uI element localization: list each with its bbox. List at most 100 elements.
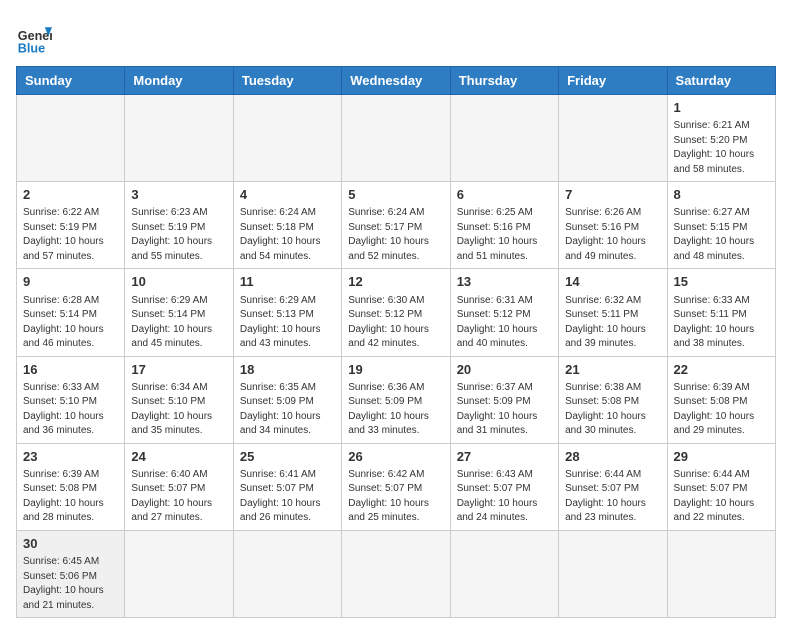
week-row-2: 9 Sunrise: 6:28 AM Sunset: 5:14 PM Daylig… — [17, 269, 776, 356]
day-info: Sunrise: 6:21 AM Sunset: 5:20 PM Dayligh… — [674, 119, 769, 177]
calendar-cell — [450, 95, 558, 182]
day-info: Sunrise: 6:28 AM Sunset: 5:14 PM Dayligh… — [23, 294, 118, 352]
calendar-cell: 10 Sunrise: 6:29 AM Sunset: 5:14 PM Dayli… — [125, 269, 233, 356]
week-row-1: 2 Sunrise: 6:22 AM Sunset: 5:19 PM Daylig… — [17, 182, 776, 269]
calendar-cell: 19 Sunrise: 6:36 AM Sunset: 5:09 PM Dayli… — [342, 356, 450, 443]
day-number: 20 — [457, 361, 552, 379]
calendar-cell: 3 Sunrise: 6:23 AM Sunset: 5:19 PM Daylig… — [125, 182, 233, 269]
day-number: 22 — [674, 361, 769, 379]
day-number: 3 — [131, 186, 226, 204]
day-info: Sunrise: 6:44 AM Sunset: 5:07 PM Dayligh… — [674, 468, 769, 526]
day-info: Sunrise: 6:25 AM Sunset: 5:16 PM Dayligh… — [457, 206, 552, 264]
day-number: 7 — [565, 186, 660, 204]
weekday-header-thursday: Thursday — [450, 67, 558, 95]
calendar-cell — [17, 95, 125, 182]
day-number: 15 — [674, 273, 769, 291]
day-info: Sunrise: 6:24 AM Sunset: 5:17 PM Dayligh… — [348, 206, 443, 264]
calendar-cell: 24 Sunrise: 6:40 AM Sunset: 5:07 PM Dayli… — [125, 443, 233, 530]
calendar-cell: 4 Sunrise: 6:24 AM Sunset: 5:18 PM Daylig… — [233, 182, 341, 269]
day-info: Sunrise: 6:23 AM Sunset: 5:19 PM Dayligh… — [131, 206, 226, 264]
day-number: 23 — [23, 448, 118, 466]
day-number: 12 — [348, 273, 443, 291]
day-info: Sunrise: 6:38 AM Sunset: 5:08 PM Dayligh… — [565, 381, 660, 439]
calendar-cell: 23 Sunrise: 6:39 AM Sunset: 5:08 PM Dayli… — [17, 443, 125, 530]
day-info: Sunrise: 6:42 AM Sunset: 5:07 PM Dayligh… — [348, 468, 443, 526]
calendar-cell: 5 Sunrise: 6:24 AM Sunset: 5:17 PM Daylig… — [342, 182, 450, 269]
weekday-header-sunday: Sunday — [17, 67, 125, 95]
weekday-header-monday: Monday — [125, 67, 233, 95]
calendar-cell: 8Sunrise: 6:27 AM Sunset: 5:15 PM Daylig… — [667, 182, 775, 269]
week-row-3: 16 Sunrise: 6:33 AM Sunset: 5:10 PM Dayli… — [17, 356, 776, 443]
day-number: 1 — [674, 99, 769, 117]
day-number: 6 — [457, 186, 552, 204]
day-info: Sunrise: 6:34 AM Sunset: 5:10 PM Dayligh… — [131, 381, 226, 439]
day-info: Sunrise: 6:36 AM Sunset: 5:09 PM Dayligh… — [348, 381, 443, 439]
calendar-cell: 28 Sunrise: 6:44 AM Sunset: 5:07 PM Dayli… — [559, 443, 667, 530]
day-number: 11 — [240, 273, 335, 291]
calendar-cell: 15Sunrise: 6:33 AM Sunset: 5:11 PM Dayli… — [667, 269, 775, 356]
day-number: 24 — [131, 448, 226, 466]
calendar-cell: 21 Sunrise: 6:38 AM Sunset: 5:08 PM Dayli… — [559, 356, 667, 443]
day-number: 2 — [23, 186, 118, 204]
day-number: 4 — [240, 186, 335, 204]
day-number: 9 — [23, 273, 118, 291]
calendar-cell: 7 Sunrise: 6:26 AM Sunset: 5:16 PM Daylig… — [559, 182, 667, 269]
day-info: Sunrise: 6:37 AM Sunset: 5:09 PM Dayligh… — [457, 381, 552, 439]
weekday-header-row: SundayMondayTuesdayWednesdayThursdayFrid… — [17, 67, 776, 95]
calendar-cell — [342, 530, 450, 617]
calendar-cell — [125, 95, 233, 182]
day-number: 21 — [565, 361, 660, 379]
day-info: Sunrise: 6:35 AM Sunset: 5:09 PM Dayligh… — [240, 381, 335, 439]
calendar-cell: 17Sunrise: 6:34 AM Sunset: 5:10 PM Dayli… — [125, 356, 233, 443]
calendar-cell — [233, 95, 341, 182]
day-info: Sunrise: 6:44 AM Sunset: 5:07 PM Dayligh… — [565, 468, 660, 526]
day-info: Sunrise: 6:45 AM Sunset: 5:06 PM Dayligh… — [23, 555, 118, 613]
day-info: Sunrise: 6:29 AM Sunset: 5:14 PM Dayligh… — [131, 294, 226, 352]
calendar-cell: 26Sunrise: 6:42 AM Sunset: 5:07 PM Dayli… — [342, 443, 450, 530]
day-info: Sunrise: 6:22 AM Sunset: 5:19 PM Dayligh… — [23, 206, 118, 264]
calendar-cell: 25Sunrise: 6:41 AM Sunset: 5:07 PM Dayli… — [233, 443, 341, 530]
weekday-header-friday: Friday — [559, 67, 667, 95]
calendar-cell — [342, 95, 450, 182]
week-row-4: 23 Sunrise: 6:39 AM Sunset: 5:08 PM Dayli… — [17, 443, 776, 530]
calendar-cell — [559, 95, 667, 182]
weekday-header-wednesday: Wednesday — [342, 67, 450, 95]
day-number: 18 — [240, 361, 335, 379]
day-info: Sunrise: 6:26 AM Sunset: 5:16 PM Dayligh… — [565, 206, 660, 264]
day-number: 25 — [240, 448, 335, 466]
day-number: 10 — [131, 273, 226, 291]
calendar-cell — [667, 530, 775, 617]
calendar-cell: 20 Sunrise: 6:37 AM Sunset: 5:09 PM Dayli… — [450, 356, 558, 443]
day-info: Sunrise: 6:29 AM Sunset: 5:13 PM Dayligh… — [240, 294, 335, 352]
calendar-cell: 30 Sunrise: 6:45 AM Sunset: 5:06 PM Dayli… — [17, 530, 125, 617]
day-info: Sunrise: 6:39 AM Sunset: 5:08 PM Dayligh… — [23, 468, 118, 526]
calendar-cell: 29 Sunrise: 6:44 AM Sunset: 5:07 PM Dayli… — [667, 443, 775, 530]
day-number: 30 — [23, 535, 118, 553]
header: General Blue — [16, 16, 776, 56]
day-info: Sunrise: 6:24 AM Sunset: 5:18 PM Dayligh… — [240, 206, 335, 264]
calendar-cell: 13Sunrise: 6:31 AM Sunset: 5:12 PM Dayli… — [450, 269, 558, 356]
calendar-cell: 6 Sunrise: 6:25 AM Sunset: 5:16 PM Daylig… — [450, 182, 558, 269]
calendar-cell — [559, 530, 667, 617]
calendar-cell: 11 Sunrise: 6:29 AM Sunset: 5:13 PM Dayli… — [233, 269, 341, 356]
day-info: Sunrise: 6:27 AM Sunset: 5:15 PM Dayligh… — [674, 206, 769, 264]
calendar-cell: 16 Sunrise: 6:33 AM Sunset: 5:10 PM Dayli… — [17, 356, 125, 443]
logo: General Blue — [16, 20, 56, 56]
day-info: Sunrise: 6:39 AM Sunset: 5:08 PM Dayligh… — [674, 381, 769, 439]
calendar-cell: 27Sunrise: 6:43 AM Sunset: 5:07 PM Dayli… — [450, 443, 558, 530]
day-number: 5 — [348, 186, 443, 204]
day-number: 27 — [457, 448, 552, 466]
day-info: Sunrise: 6:31 AM Sunset: 5:12 PM Dayligh… — [457, 294, 552, 352]
weekday-header-saturday: Saturday — [667, 67, 775, 95]
calendar-cell — [450, 530, 558, 617]
calendar-cell: 14Sunrise: 6:32 AM Sunset: 5:11 PM Dayli… — [559, 269, 667, 356]
day-info: Sunrise: 6:33 AM Sunset: 5:10 PM Dayligh… — [23, 381, 118, 439]
day-number: 16 — [23, 361, 118, 379]
day-number: 19 — [348, 361, 443, 379]
day-info: Sunrise: 6:40 AM Sunset: 5:07 PM Dayligh… — [131, 468, 226, 526]
calendar-cell: 12 Sunrise: 6:30 AM Sunset: 5:12 PM Dayli… — [342, 269, 450, 356]
day-number: 28 — [565, 448, 660, 466]
week-row-5: 30 Sunrise: 6:45 AM Sunset: 5:06 PM Dayli… — [17, 530, 776, 617]
day-number: 29 — [674, 448, 769, 466]
day-info: Sunrise: 6:30 AM Sunset: 5:12 PM Dayligh… — [348, 294, 443, 352]
